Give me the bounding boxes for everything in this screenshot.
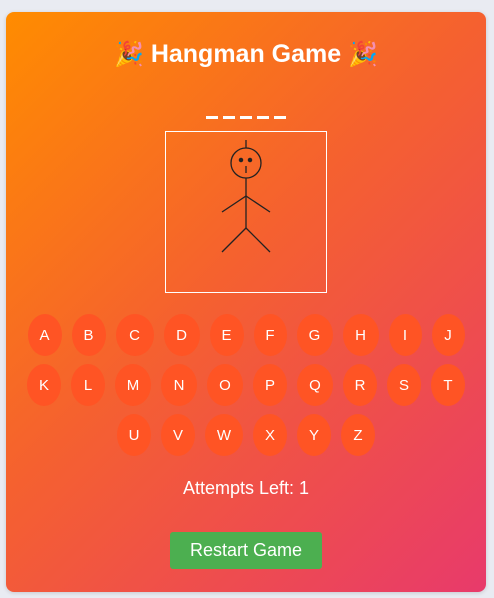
left-leg (221, 227, 247, 253)
letter-button-d[interactable]: D (163, 314, 200, 356)
title-text: Hangman Game (150, 40, 342, 68)
letter-button-o[interactable]: O (207, 364, 243, 406)
letter-button-r[interactable]: R (343, 364, 377, 406)
letter-button-y[interactable]: Y (297, 414, 331, 456)
letter-button-f[interactable]: F (253, 314, 287, 356)
word-slot (240, 94, 252, 119)
right-arm (245, 195, 271, 213)
head (230, 147, 262, 179)
word-display (6, 94, 486, 119)
letter-keyboard: ABCDEFGHIJ KLMNOPQRST UVWXYZ (6, 314, 486, 464)
letter-button-h[interactable]: H (342, 314, 379, 356)
letter-button-m[interactable]: M (115, 364, 151, 406)
letter-button-z[interactable]: Z (341, 414, 375, 456)
left-arm (221, 195, 247, 213)
keyboard-row: UVWXYZ (6, 414, 486, 456)
letter-button-p[interactable]: P (253, 364, 287, 406)
word-slot (274, 94, 286, 119)
letter-button-l[interactable]: L (71, 364, 105, 406)
letter-button-q[interactable]: Q (297, 364, 333, 406)
keyboard-row: ABCDEFGHIJ (6, 314, 486, 356)
attempts-left: Attempts Left: 1 (182, 478, 310, 498)
word-slot (206, 94, 218, 119)
hangman-drawing (165, 131, 327, 293)
letter-button-s[interactable]: S (387, 364, 421, 406)
letter-button-n[interactable]: N (161, 364, 197, 406)
left-eye (238, 157, 244, 163)
letter-button-c[interactable]: C (115, 314, 154, 356)
letter-button-x[interactable]: X (253, 414, 287, 456)
game-card: 🎉 Hangman Game 🎉 ABCDEFGHIJ KLMNOPQRST UVW… (6, 12, 486, 592)
letter-button-t[interactable]: T (431, 364, 465, 406)
letter-button-v[interactable]: V (161, 414, 195, 456)
right-leg (245, 227, 271, 253)
letter-button-w[interactable]: W (205, 414, 243, 456)
letter-button-k[interactable]: K (27, 364, 61, 406)
letter-button-a[interactable]: A (27, 314, 62, 356)
stick-figure (221, 140, 271, 253)
letter-button-i[interactable]: I (388, 314, 422, 356)
letter-button-j[interactable]: J (431, 314, 465, 356)
keyboard-row: KLMNOPQRST (6, 364, 486, 406)
right-eye (247, 157, 253, 163)
word-slot (257, 94, 269, 119)
letter-button-e[interactable]: E (209, 314, 244, 356)
party-popper-icon: 🎉 (113, 41, 144, 68)
letter-button-b[interactable]: B (71, 314, 106, 356)
letter-button-g[interactable]: G (296, 314, 333, 356)
word-slot (223, 94, 235, 119)
letter-button-u[interactable]: U (117, 414, 151, 456)
restart-button[interactable]: Restart Game (170, 532, 322, 569)
page-title: 🎉 Hangman Game 🎉 (6, 40, 486, 69)
party-popper-icon: 🎉 (348, 41, 379, 68)
